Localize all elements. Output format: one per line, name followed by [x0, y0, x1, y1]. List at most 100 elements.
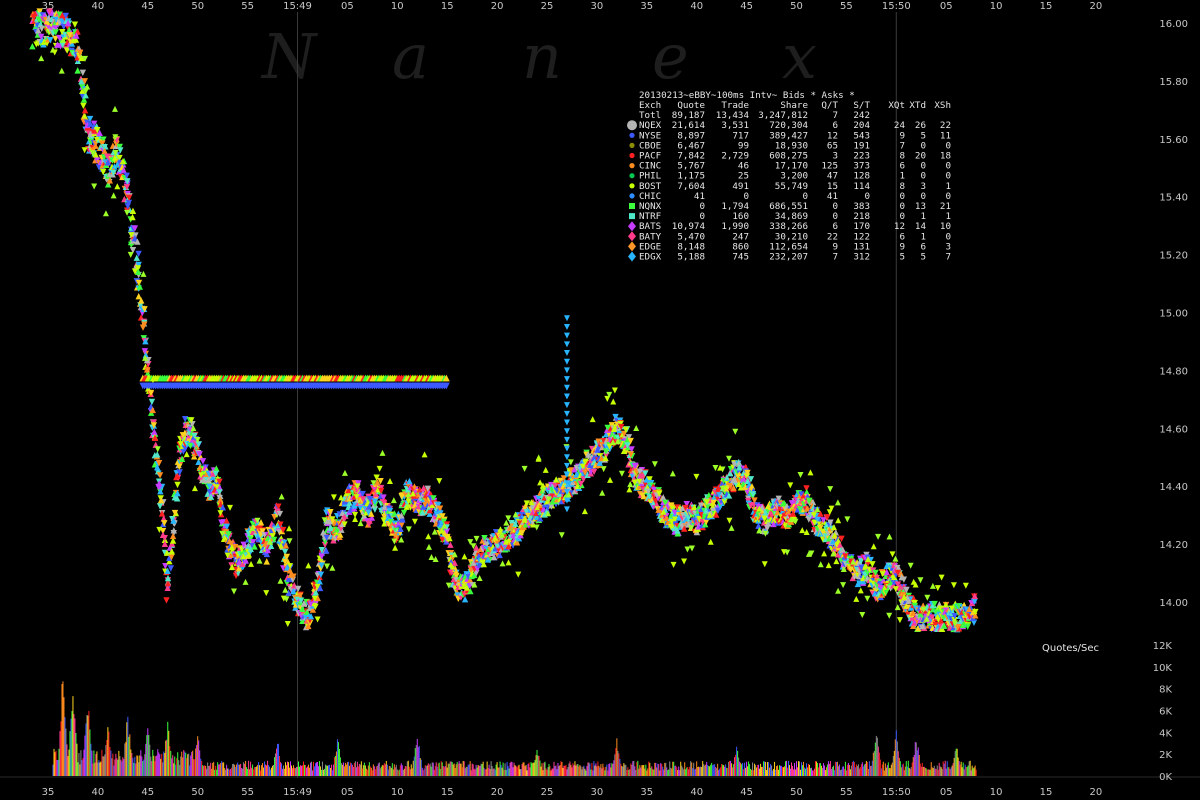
bid-marker — [286, 538, 293, 545]
x-tick-bottom: 55 — [241, 787, 254, 798]
x-tick-top: 35 — [640, 1, 653, 12]
bid-marker — [859, 612, 866, 619]
y-tick-rate: 8K — [1159, 685, 1172, 696]
bid-marker — [376, 465, 383, 472]
x-tick-top: 15 — [441, 1, 454, 12]
ask-marker — [599, 489, 606, 496]
bid-marker — [227, 504, 234, 511]
ask-marker — [248, 560, 255, 567]
y-tick-price: 15.20 — [1159, 251, 1188, 262]
x-tick-top: 45 — [141, 1, 154, 12]
y-tick-rate: 12K — [1153, 641, 1173, 652]
ask-marker — [886, 533, 893, 540]
x-tick-top: 20 — [491, 1, 504, 12]
ask-marker — [263, 558, 270, 565]
ask-marker — [870, 543, 877, 550]
x-tick-bottom: 30 — [591, 787, 604, 798]
watermark-letter: n — [522, 20, 562, 93]
y-tick-price: 14.80 — [1159, 366, 1188, 377]
watermark-letter: N — [260, 20, 319, 93]
ask-marker — [392, 544, 399, 551]
bid-marker — [611, 387, 618, 394]
ask-marker — [799, 527, 806, 534]
ask-marker — [499, 560, 506, 567]
bid-marker — [181, 416, 189, 423]
bid-marker — [515, 571, 522, 578]
y-tick-rate: 0K — [1159, 772, 1172, 783]
bid-marker — [563, 350, 570, 357]
bid-marker — [725, 455, 732, 462]
ask-marker — [140, 270, 147, 277]
y-tick-price: 15.00 — [1159, 309, 1188, 320]
ask-marker — [390, 497, 397, 504]
x-tick-bottom: 20 — [491, 787, 504, 798]
bid-marker — [864, 595, 871, 602]
ask-marker — [581, 508, 588, 515]
ask-marker — [607, 476, 614, 483]
ask-marker — [610, 398, 617, 405]
bid-marker — [405, 526, 412, 533]
bid-marker — [907, 562, 914, 569]
x-tick-bottom: 10 — [391, 787, 404, 798]
bid-marker — [886, 612, 893, 619]
bid-marker — [161, 534, 168, 542]
bid-marker — [91, 183, 98, 190]
bid-marker — [684, 546, 691, 553]
legend-swatch — [629, 193, 635, 199]
bid-marker — [950, 582, 957, 589]
legend-swatch — [629, 173, 635, 179]
legend-swatch — [628, 241, 636, 252]
ask-marker — [821, 550, 828, 557]
bid-marker — [521, 465, 528, 472]
bid-marker — [174, 481, 181, 489]
bid-marker — [263, 590, 270, 597]
bid-marker — [924, 594, 931, 601]
x-tick-bottom: 10 — [990, 787, 1003, 798]
bid-marker — [563, 384, 570, 391]
ask-marker — [286, 525, 293, 532]
ask-marker — [112, 105, 119, 112]
bid-marker — [314, 616, 321, 623]
legend-header-cell: XQt — [888, 100, 905, 111]
bid-marker — [563, 402, 570, 409]
bid-marker — [934, 585, 941, 592]
bid-marker — [71, 21, 79, 28]
x-tick-top: 05 — [940, 1, 953, 12]
x-tick-bottom: 05 — [341, 787, 354, 798]
bid-marker — [563, 428, 570, 435]
x-tick-bottom: 15 — [1040, 787, 1053, 798]
ask-marker — [461, 553, 468, 560]
y-tick-rate: 2K — [1159, 750, 1172, 761]
x-tick-top: 40 — [690, 1, 703, 12]
bid-marker — [230, 588, 237, 595]
ask-marker — [825, 562, 832, 569]
legend-cell: 745 — [732, 252, 749, 263]
bid-marker — [563, 332, 570, 339]
ask-marker — [505, 559, 512, 566]
bid-marker — [163, 597, 170, 604]
ask-marker — [626, 486, 633, 493]
bid-marker — [787, 482, 794, 489]
y-tick-rate: 6K — [1159, 707, 1172, 718]
ask-marker — [329, 564, 336, 571]
ask-marker — [305, 562, 312, 569]
legend-header-cell: XTd — [909, 100, 926, 111]
bid-marker — [840, 582, 847, 589]
ask-marker — [728, 524, 735, 531]
ask-marker — [58, 67, 65, 74]
bid-marker — [563, 445, 570, 452]
legend-cell: EDGX — [639, 252, 662, 263]
x-tick-top: 50 — [191, 1, 204, 12]
ask-marker — [428, 554, 435, 561]
bid-marker — [563, 376, 570, 383]
x-tick-top: 15:50 — [882, 1, 911, 12]
ask-marker — [929, 582, 936, 589]
bid-marker — [154, 446, 161, 453]
y-tick-price: 15.40 — [1159, 193, 1188, 204]
bid-marker — [651, 461, 658, 468]
x-tick-bottom: 45 — [141, 787, 154, 798]
legend-swatch — [627, 120, 637, 131]
ask-marker — [476, 574, 483, 581]
ask-marker — [834, 499, 841, 506]
x-tick-bottom: 15 — [441, 787, 454, 798]
